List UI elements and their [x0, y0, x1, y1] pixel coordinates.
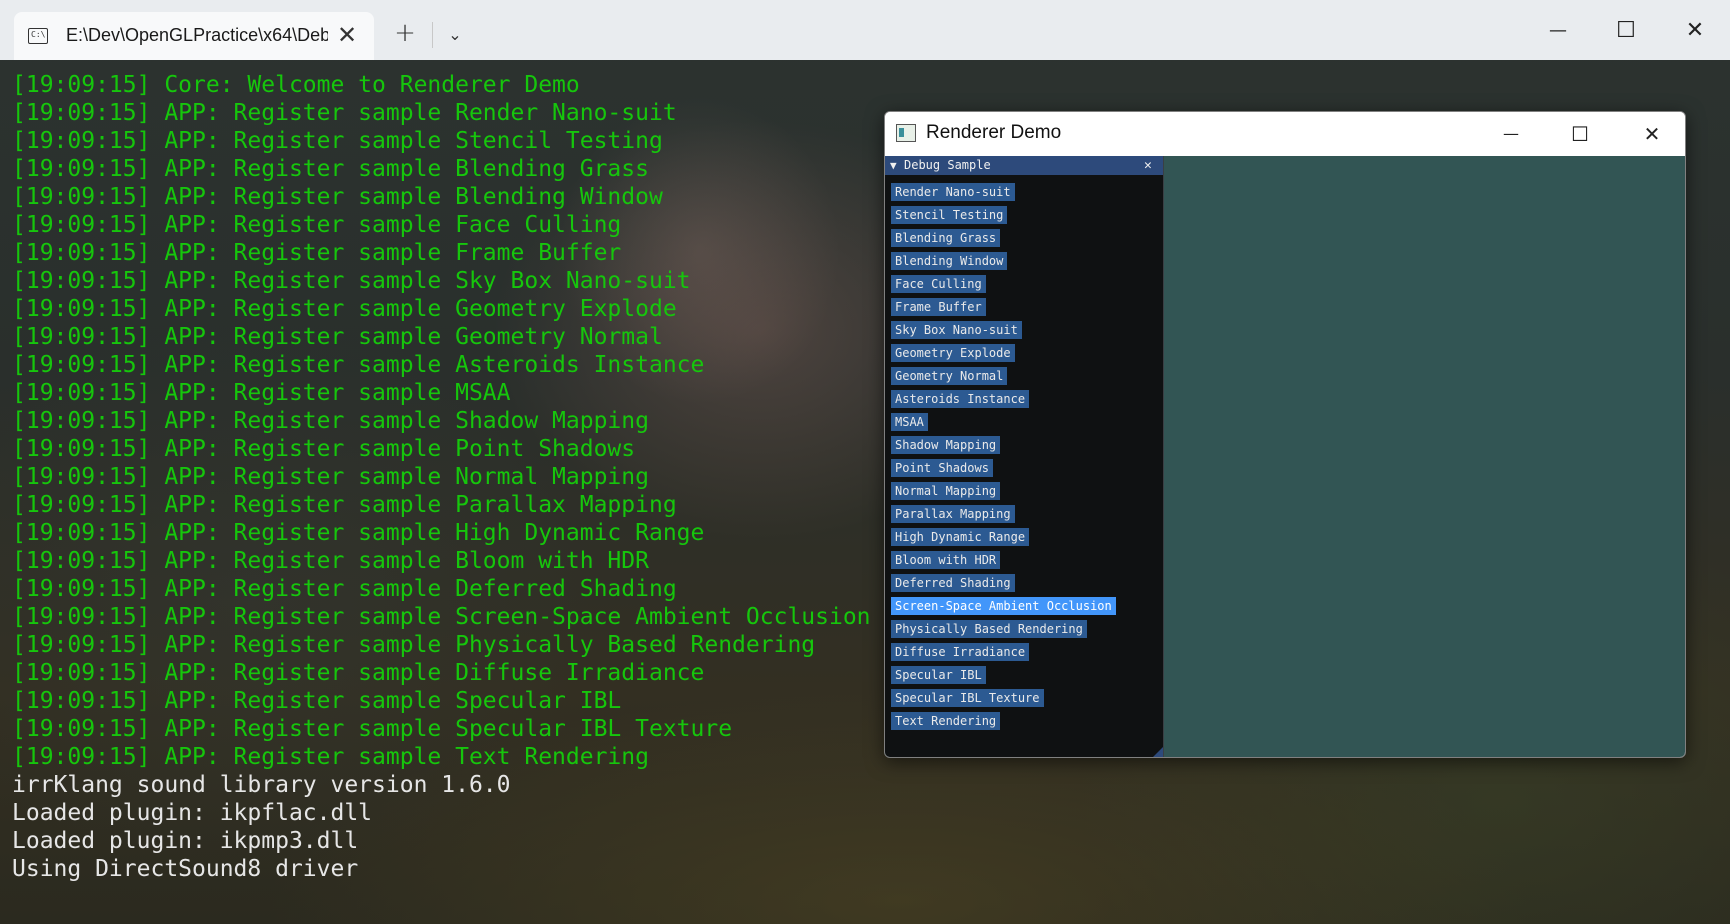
sample-button[interactable]: Deferred Shading — [891, 574, 1015, 592]
log-line: [19:09:15] APP: Register sample Deferred… — [12, 576, 677, 602]
sample-button[interactable]: Geometry Normal — [891, 367, 1008, 385]
sample-button[interactable]: Physically Based Rendering — [891, 620, 1087, 638]
log-line: [19:09:15] APP: Register sample Stencil … — [12, 128, 663, 154]
sample-button-list: Render Nano-suit Stencil Testing Blending … — [891, 183, 1116, 735]
sample-button[interactable]: Render Nano-suit — [891, 183, 1015, 201]
render-viewport[interactable]: ▼ Debug Sample ✕ Render Nano-suit Stencil… — [885, 156, 1685, 757]
sample-button[interactable]: Frame Buffer — [891, 298, 986, 316]
sample-button[interactable]: Specular IBL Texture — [891, 689, 1044, 707]
sample-button[interactable]: Parallax Mapping — [891, 505, 1015, 523]
app-close-button[interactable]: ✕ — [1630, 118, 1674, 150]
minimize-button[interactable]: — — [1538, 14, 1578, 48]
sample-button[interactable]: Stencil Testing — [891, 206, 1008, 224]
terminal-titlebar[interactable]: C:\ E:\Dev\OpenGLPractice\x64\Debug ✕ + … — [0, 0, 1730, 60]
collapse-arrow-icon[interactable]: ▼ — [890, 156, 897, 175]
sample-button[interactable]: Sky Box Nano-suit — [891, 321, 1022, 339]
panel-title: Debug Sample — [904, 158, 991, 172]
panel-header[interactable]: ▼ Debug Sample ✕ — [885, 156, 1163, 175]
output-line: Using DirectSound8 driver — [12, 856, 359, 882]
sample-button[interactable]: Screen-Space Ambient Occlusion — [891, 597, 1116, 615]
tab-dropdown-icon[interactable]: ⌄ — [440, 20, 470, 50]
sample-button[interactable]: Face Culling — [891, 275, 986, 293]
panel-close-icon[interactable]: ✕ — [1144, 156, 1152, 175]
log-line: [19:09:15] APP: Register sample Specular… — [12, 688, 622, 714]
output-line: Loaded plugin: ikpflac.dll — [12, 800, 373, 826]
terminal-tab[interactable]: C:\ E:\Dev\OpenGLPractice\x64\Debug ✕ — [14, 12, 374, 60]
app-titlebar[interactable]: Renderer Demo — ☐ ✕ — [885, 112, 1685, 156]
output-line: irrKlang sound library version 1.6.0 — [12, 772, 511, 798]
app-title: Renderer Demo — [926, 122, 1062, 143]
renderer-demo-window[interactable]: Renderer Demo — ☐ ✕ ▼ Debug Sample ✕ Ren… — [884, 111, 1686, 758]
log-line: [19:09:15] APP: Register sample Specular… — [12, 716, 733, 742]
log-line: [19:09:15] APP: Register sample Text Ren… — [12, 744, 649, 770]
log-line: [19:09:15] APP: Register sample Asteroid… — [12, 352, 705, 378]
log-line: [19:09:15] Core: Welcome to Renderer Dem… — [12, 72, 580, 98]
log-line: [19:09:15] APP: Register sample Sky Box … — [12, 268, 691, 294]
sample-button[interactable]: Geometry Explode — [891, 344, 1015, 362]
console-icon: C:\ — [28, 28, 48, 44]
log-line: [19:09:15] APP: Register sample MSAA — [12, 380, 511, 406]
terminal-output[interactable]: [19:09:15] Core: Welcome to Renderer Dem… — [12, 71, 871, 883]
sample-button[interactable]: Blending Window — [891, 252, 1008, 270]
log-line: [19:09:15] APP: Register sample Point Sh… — [12, 436, 636, 462]
log-line: [19:09:15] APP: Register sample Render N… — [12, 100, 677, 126]
sample-button[interactable]: Bloom with HDR — [891, 551, 1001, 569]
log-line: [19:09:15] APP: Register sample High Dyn… — [12, 520, 705, 546]
output-line: Loaded plugin: ikpmp3.dll — [12, 828, 359, 854]
sample-button[interactable]: Shadow Mapping — [891, 436, 1001, 454]
log-line: [19:09:15] APP: Register sample Geometry… — [12, 296, 677, 322]
maximize-button[interactable]: ☐ — [1606, 14, 1646, 48]
log-line: [19:09:15] APP: Register sample Diffuse … — [12, 660, 705, 686]
sample-button[interactable]: Normal Mapping — [891, 482, 1001, 500]
tab-title: E:\Dev\OpenGLPractice\x64\Debug — [66, 25, 328, 45]
new-tab-button[interactable]: + — [390, 18, 420, 48]
log-line: [19:09:15] APP: Register sample Bloom wi… — [12, 548, 649, 574]
log-line: [19:09:15] APP: Register sample Normal M… — [12, 464, 649, 490]
log-line: [19:09:15] APP: Register sample Physical… — [12, 632, 816, 658]
app-minimize-button[interactable]: — — [1489, 118, 1533, 150]
sample-button[interactable]: Text Rendering — [891, 712, 1001, 730]
sample-button[interactable]: Blending Grass — [891, 229, 1001, 247]
log-line: [19:09:15] APP: Register sample Blending… — [12, 184, 663, 210]
log-line: [19:09:15] APP: Register sample Parallax… — [12, 492, 677, 518]
log-line: [19:09:15] APP: Register sample Geometry… — [12, 324, 663, 350]
close-window-button[interactable]: ✕ — [1675, 14, 1715, 48]
app-maximize-button[interactable]: ☐ — [1558, 118, 1602, 150]
sample-button[interactable]: Point Shadows — [891, 459, 993, 477]
sample-button[interactable]: Asteroids Instance — [891, 390, 1030, 408]
log-line: [19:09:15] APP: Register sample Blending… — [12, 156, 649, 182]
debug-sample-panel[interactable]: ▼ Debug Sample ✕ Render Nano-suit Stencil… — [885, 156, 1164, 757]
app-icon — [896, 124, 916, 142]
resize-grip-icon[interactable] — [1153, 747, 1163, 757]
sample-button[interactable]: MSAA — [891, 413, 928, 431]
log-line: [19:09:15] APP: Register sample Shadow M… — [12, 408, 649, 434]
tab-separator — [432, 22, 433, 48]
log-line: [19:09:15] APP: Register sample Screen-S… — [12, 604, 871, 630]
sample-button[interactable]: Specular IBL — [891, 666, 986, 684]
log-line: [19:09:15] APP: Register sample Face Cul… — [12, 212, 622, 238]
sample-button[interactable]: Diffuse Irradiance — [891, 643, 1030, 661]
tab-close-icon[interactable]: ✕ — [332, 20, 362, 50]
log-line: [19:09:15] APP: Register sample Frame Bu… — [12, 240, 622, 266]
sample-button[interactable]: High Dynamic Range — [891, 528, 1030, 546]
